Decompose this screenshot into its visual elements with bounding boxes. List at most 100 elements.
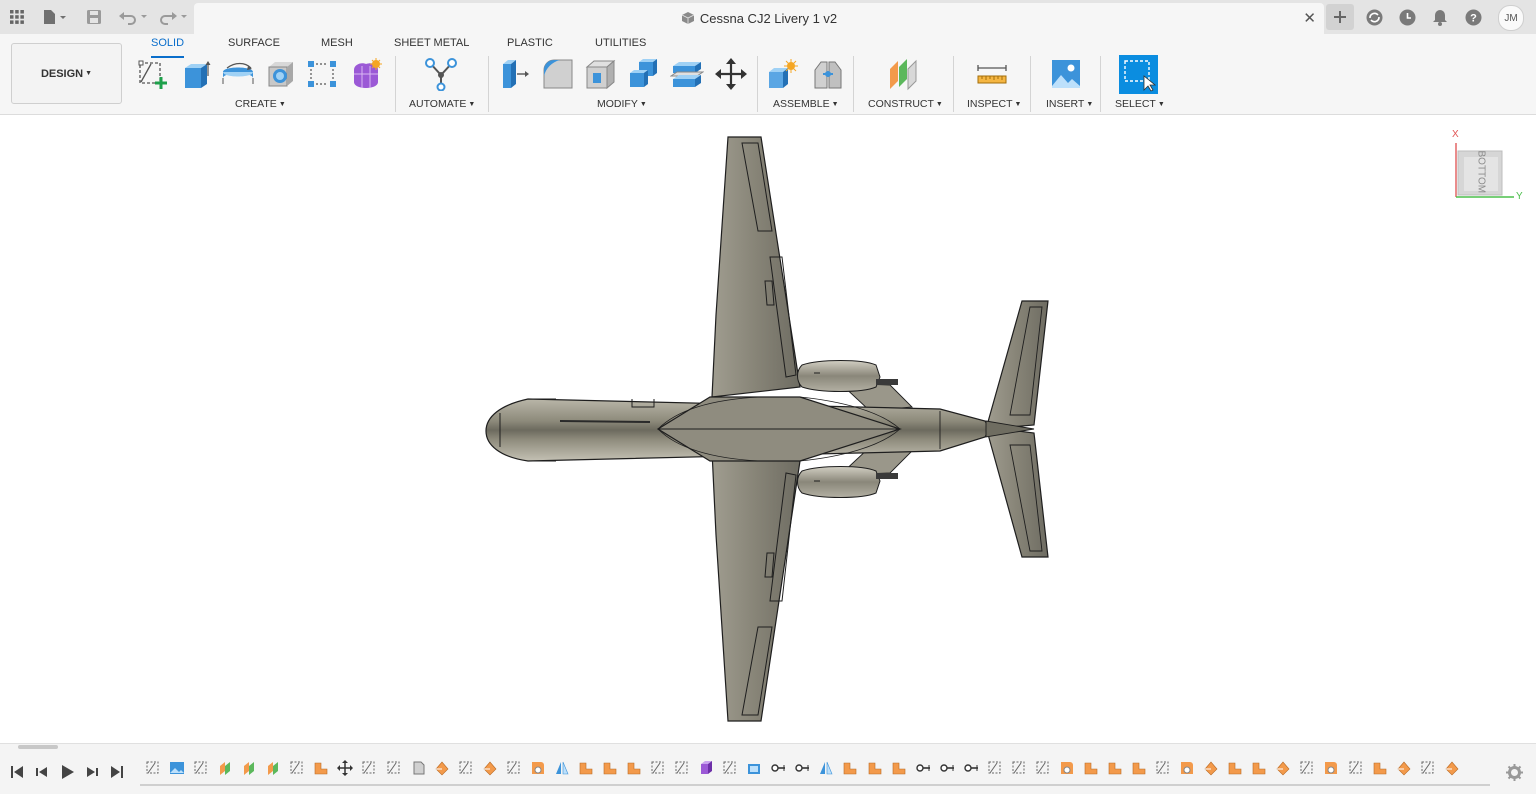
user-avatar[interactable]: JM: [1498, 5, 1524, 31]
close-tab-icon[interactable]: ✕: [1303, 9, 1316, 27]
timeline-feature-move-icon[interactable]: [337, 760, 354, 776]
timeline-feature-offset-icon[interactable]: [578, 760, 594, 776]
select-group-menu[interactable]: SELECT ▼: [1115, 98, 1165, 110]
timeline-feature-offset-icon[interactable]: [626, 760, 642, 776]
tab-solid[interactable]: SOLID: [151, 36, 185, 58]
measure-icon[interactable]: [975, 56, 1009, 92]
timeline-feature-sketch-icon[interactable]: [386, 760, 402, 776]
timeline-feature-sketch-icon[interactable]: [193, 760, 209, 776]
step-forward-icon[interactable]: [84, 764, 100, 780]
create-form-icon[interactable]: [349, 56, 383, 92]
app-grid-icon[interactable]: [6, 5, 28, 29]
timeline-feature-sketch-icon[interactable]: [1011, 760, 1027, 776]
timeline-feature-offset-icon[interactable]: [313, 760, 329, 776]
timeline-feature-body-icon[interactable]: [410, 760, 426, 776]
tab-plastic[interactable]: PLASTIC: [507, 36, 553, 56]
timeline-feature-loft-icon[interactable]: [1203, 760, 1219, 776]
timeline-feature-loft-icon[interactable]: [1444, 760, 1460, 776]
go-to-start-icon[interactable]: [9, 764, 25, 780]
timeline-feature-sketch-icon[interactable]: [1420, 760, 1436, 776]
inspect-group-menu[interactable]: INSPECT ▼: [967, 98, 1021, 110]
timeline-feature-mirror-icon[interactable]: [818, 760, 834, 776]
timeline-feature-box-icon[interactable]: [698, 760, 714, 776]
redo-icon[interactable]: [156, 5, 190, 29]
document-tab[interactable]: Cessna CJ2 Livery 1 v2 ✕: [194, 3, 1324, 34]
timeline-feature-offset-icon[interactable]: [867, 760, 883, 776]
timeline-feature-sketch-icon[interactable]: [145, 760, 161, 776]
press-pull-icon[interactable]: [497, 56, 531, 92]
timeline-feature-offset-icon[interactable]: [1227, 760, 1243, 776]
tab-sheet-metal[interactable]: SHEET METAL: [394, 36, 469, 56]
move-copy-icon[interactable]: [714, 56, 748, 92]
aircraft-model[interactable]: [0, 115, 1536, 743]
assemble-group-menu[interactable]: ASSEMBLE ▼: [773, 98, 839, 110]
timeline-feature-sketch-icon[interactable]: [722, 760, 738, 776]
timeline-feature-offset-icon[interactable]: [891, 760, 907, 776]
timeline-feature-sketch-icon[interactable]: [674, 760, 690, 776]
timeline-feature-shell-icon[interactable]: [746, 760, 762, 776]
timeline-feature-sketch-icon[interactable]: [506, 760, 522, 776]
automate-icon[interactable]: [424, 56, 458, 92]
notifications-bell-icon[interactable]: [1430, 5, 1450, 29]
joint-icon[interactable]: [811, 56, 845, 92]
rectangular-pattern-icon[interactable]: [305, 56, 339, 92]
timeline-feature-sketch-icon[interactable]: [1348, 760, 1364, 776]
combine-icon[interactable]: [627, 56, 661, 92]
timeline-feature-plane-icon[interactable]: [217, 760, 233, 776]
timeline-feature-mirror-icon[interactable]: [554, 760, 570, 776]
timeline-feature-fillet-icon[interactable]: [530, 760, 546, 776]
timeline-feature-fillet-icon[interactable]: [1059, 760, 1075, 776]
timeline-settings-gear-icon[interactable]: [1506, 764, 1523, 781]
timeline-feature-plane-icon[interactable]: [265, 760, 281, 776]
timeline-feature-offset-icon[interactable]: [1131, 760, 1147, 776]
timeline-feature-offset-icon[interactable]: [1372, 760, 1388, 776]
undo-icon[interactable]: [116, 5, 150, 29]
timeline-feature-offset-icon[interactable]: [1107, 760, 1123, 776]
extensions-icon[interactable]: [1364, 5, 1384, 29]
timeline-track[interactable]: [140, 784, 1490, 786]
create-group-menu[interactable]: CREATE ▼: [235, 98, 286, 110]
viewport-canvas[interactable]: X Y BOTTOM: [0, 115, 1536, 743]
timeline-feature-image-icon[interactable]: [169, 760, 185, 776]
split-body-icon[interactable]: [670, 56, 704, 92]
timeline-feature-sketch-icon[interactable]: [289, 760, 305, 776]
go-to-end-icon[interactable]: [109, 764, 125, 780]
timeline-feature-sketch-icon[interactable]: [1299, 760, 1315, 776]
tab-surface[interactable]: SURFACE: [228, 36, 280, 56]
tab-mesh[interactable]: MESH: [321, 36, 353, 56]
file-menu-icon[interactable]: [38, 5, 72, 29]
timeline-feature-loft-icon[interactable]: [1275, 760, 1291, 776]
timeline-feature-sketch-icon[interactable]: [1155, 760, 1171, 776]
modify-group-menu[interactable]: MODIFY ▼: [597, 98, 647, 110]
hole-icon[interactable]: [264, 56, 298, 92]
construct-group-menu[interactable]: CONSTRUCT ▼: [868, 98, 943, 110]
timeline-feature-sketch-icon[interactable]: [458, 760, 474, 776]
timeline-feature-sketch-icon[interactable]: [361, 760, 377, 776]
help-icon[interactable]: ?: [1463, 5, 1483, 29]
timeline-scrollbar[interactable]: [18, 745, 58, 749]
tab-utilities[interactable]: UTILITIES: [595, 36, 646, 56]
timeline-feature-sketch-icon[interactable]: [987, 760, 1003, 776]
timeline-feature-joint-icon[interactable]: [915, 760, 931, 776]
timeline-feature-loft-icon[interactable]: [482, 760, 498, 776]
job-status-icon[interactable]: [1397, 5, 1417, 29]
insert-group-menu[interactable]: INSERT ▼: [1046, 98, 1093, 110]
timeline-feature-loft-icon[interactable]: [1396, 760, 1412, 776]
timeline-feature-sketch-icon[interactable]: [1035, 760, 1051, 776]
offset-plane-icon[interactable]: [886, 56, 920, 92]
timeline-feature-joint-icon[interactable]: [963, 760, 979, 776]
fillet-icon[interactable]: [541, 56, 575, 92]
create-sketch-icon[interactable]: [136, 56, 170, 92]
save-icon[interactable]: [84, 5, 104, 29]
timeline-feature-fillet-icon[interactable]: [1323, 760, 1339, 776]
insert-image-icon[interactable]: [1049, 56, 1083, 92]
new-tab-icon[interactable]: [1326, 4, 1354, 30]
timeline-feature-joint-icon[interactable]: [770, 760, 786, 776]
shell-icon[interactable]: [584, 56, 618, 92]
extrude-icon[interactable]: [179, 56, 213, 92]
timeline-feature-loft-icon[interactable]: [434, 760, 450, 776]
workspace-design-dropdown[interactable]: DESIGN ▼: [11, 43, 122, 104]
new-component-icon[interactable]: [766, 56, 800, 92]
window-select-icon[interactable]: [1119, 55, 1158, 94]
timeline-feature-joint-icon[interactable]: [939, 760, 955, 776]
